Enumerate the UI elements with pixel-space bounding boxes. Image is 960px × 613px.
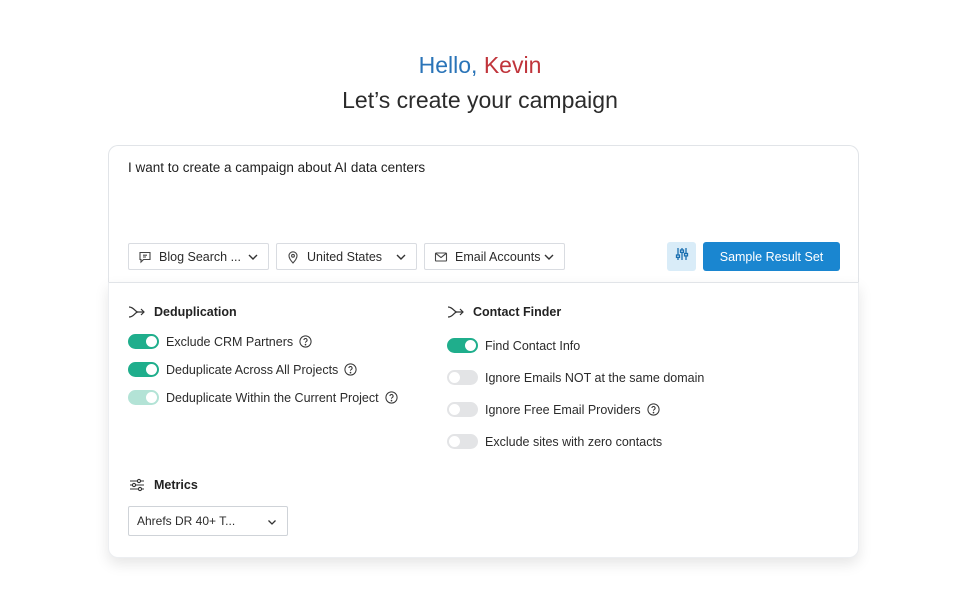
dedupe-all-projects-toggle[interactable]	[128, 362, 159, 377]
greeting-user-name: Kevin	[483, 52, 542, 78]
metrics-select[interactable]: Ahrefs DR 40+ T...	[128, 506, 288, 536]
ignore-other-domain-label: Ignore Emails NOT at the same domain	[485, 370, 705, 385]
page-subtitle: Let’s create your campaign	[342, 87, 618, 113]
campaign-prompt-input[interactable]: I want to create a campaign about AI dat…	[128, 160, 425, 175]
deduplication-section-title: Deduplication	[128, 305, 237, 319]
toggle-row-find-contact-info: Find Contact Info	[447, 338, 580, 353]
country-dropdown[interactable]: United States	[276, 243, 417, 270]
sliders-icon	[674, 246, 690, 267]
toggle-row-dedupe-current-project: Deduplicate Within the Current Project	[128, 390, 398, 405]
ignore-free-providers-label: Ignore Free Email Providers	[485, 402, 641, 417]
greeting: Hello, Kevin	[0, 51, 960, 79]
exclude-crm-toggle[interactable]	[128, 334, 159, 349]
exclude-zero-contacts-label: Exclude sites with zero contacts	[485, 434, 663, 449]
advanced-filters-button[interactable]	[667, 242, 696, 271]
help-icon[interactable]	[344, 363, 357, 376]
sample-result-set-button[interactable]: Sample Result Set	[703, 242, 840, 271]
location-pin-icon	[286, 250, 300, 264]
sliders-icon	[128, 478, 146, 492]
contact-finder-section-title: Contact Finder	[447, 305, 561, 319]
blog-search-label: Blog Search ...	[159, 249, 241, 264]
find-contact-info-label: Find Contact Info	[485, 338, 581, 353]
toggle-row-ignore-free-providers: Ignore Free Email Providers	[447, 402, 660, 417]
metrics-selected-value: Ahrefs DR 40+ T...	[137, 514, 236, 528]
toggle-row-exclude-zero-contacts: Exclude sites with zero contacts	[447, 434, 662, 449]
chevron-down-icon	[542, 250, 556, 264]
chevron-down-icon	[394, 250, 408, 264]
merge-arrow-icon	[128, 305, 146, 319]
campaign-settings-panel: Deduplication Exclude CRM Partners Dedup…	[108, 282, 859, 558]
chevron-down-icon	[265, 515, 279, 529]
toggle-row-ignore-other-domain: Ignore Emails NOT at the same domain	[447, 370, 704, 385]
email-accounts-dropdown[interactable]: Email Accounts	[424, 243, 565, 270]
help-icon[interactable]	[385, 391, 398, 404]
chat-icon	[138, 250, 152, 264]
metrics-section-title: Metrics	[128, 478, 198, 492]
country-label: United States	[307, 249, 383, 264]
dedupe-current-project-label: Deduplicate Within the Current Project	[166, 390, 379, 405]
contact-finder-title-text: Contact Finder	[473, 305, 562, 319]
help-icon[interactable]	[647, 403, 660, 416]
campaign-prompt-card: I want to create a campaign about AI dat…	[108, 145, 859, 282]
metrics-title-text: Metrics	[154, 478, 198, 492]
blog-search-dropdown[interactable]: Blog Search ...	[128, 243, 269, 270]
dedupe-current-project-toggle[interactable]	[128, 390, 159, 405]
ignore-free-providers-toggle[interactable]	[447, 402, 478, 417]
email-accounts-label: Email Accounts	[455, 249, 541, 264]
envelope-icon	[434, 250, 448, 264]
exclude-crm-label: Exclude CRM Partners	[166, 334, 294, 349]
greeting-hello: Hello,	[418, 52, 478, 78]
help-icon[interactable]	[299, 335, 312, 348]
exclude-zero-contacts-toggle[interactable]	[447, 434, 478, 449]
toggle-row-dedupe-all-projects: Deduplicate Across All Projects	[128, 362, 357, 377]
chevron-down-icon	[246, 250, 260, 264]
dedupe-all-projects-label: Deduplicate Across All Projects	[166, 362, 339, 377]
ignore-other-domain-toggle[interactable]	[447, 370, 478, 385]
merge-arrow-icon	[447, 305, 465, 319]
toggle-row-exclude-crm: Exclude CRM Partners	[128, 334, 312, 349]
find-contact-info-toggle[interactable]	[447, 338, 478, 353]
deduplication-title-text: Deduplication	[154, 305, 237, 319]
